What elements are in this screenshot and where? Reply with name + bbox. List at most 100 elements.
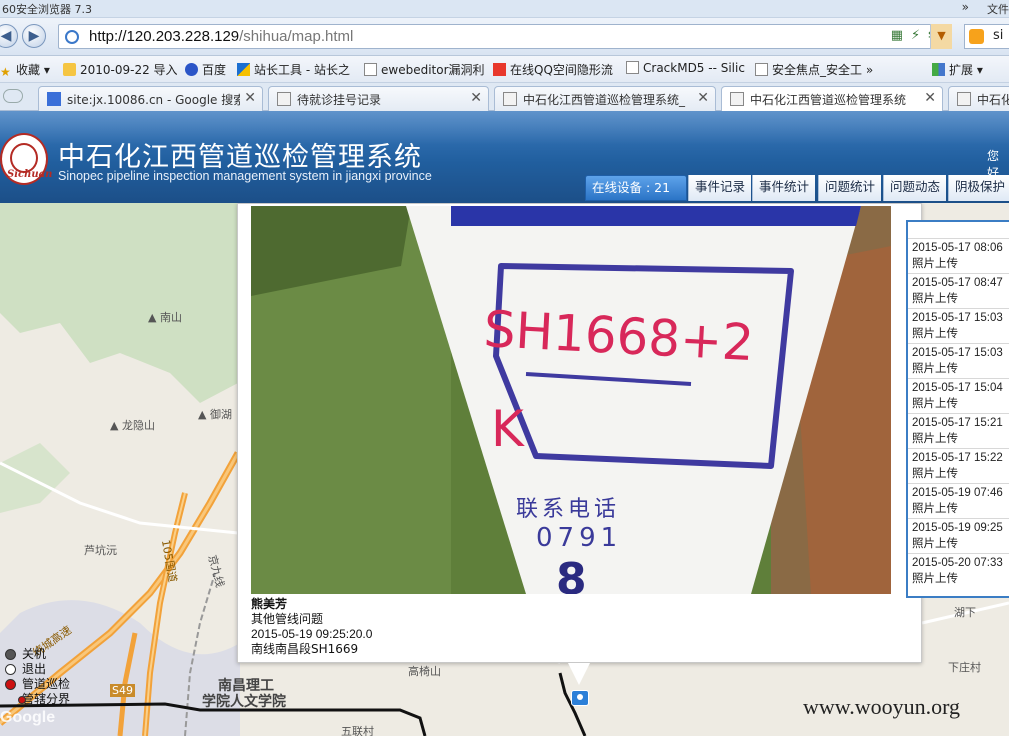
bookmark-item[interactable]: 安全焦点_安全工 » <box>755 61 873 78</box>
inspection-photo[interactable]: SH1668+2 K 联系电话 0791 8 <box>251 206 891 594</box>
page-icon <box>364 63 377 76</box>
tab-inspection-system-1[interactable]: 中石化江西管道巡检管理系统_ ✕ <box>494 86 716 111</box>
window-title-bar: 60安全浏览器 7.3 » 文件 <box>0 0 1009 18</box>
inspector-name: 熊美芳 <box>251 597 288 611</box>
bookmark-extensions[interactable]: 扩展 ▾ <box>932 61 983 78</box>
tab-google-search[interactable]: site:jx.10086.cn - Google 搜索 ✕ <box>38 86 263 111</box>
page-icon <box>626 61 639 74</box>
bookmark-item[interactable]: 2010-09-22 导入 <box>63 61 178 78</box>
url-host: http://120.203.228.129 <box>89 28 240 45</box>
bookmark-item[interactable]: 百度 <box>185 61 226 78</box>
pipeline-segment: 南线南昌段SH1669 <box>251 642 359 656</box>
marker-phone-label: 联系电话 <box>516 497 620 522</box>
status-dot-icon <box>5 664 16 675</box>
tab-inspection-system-active[interactable]: 中石化江西管道巡检管理系统 ✕ <box>721 86 943 112</box>
map-label: 下庄村 <box>948 661 981 674</box>
bookmark-favorites[interactable]: ★ 收藏 ▾ <box>0 61 50 79</box>
cloud-icon[interactable] <box>3 89 23 103</box>
close-icon[interactable]: ✕ <box>697 90 709 106</box>
page-icon <box>503 92 517 106</box>
close-icon[interactable]: ✕ <box>470 90 482 106</box>
list-item[interactable]: 2015-05-19 09:25 照片上传 <box>908 518 1009 553</box>
bookmarks-bar: ★ 收藏 ▾ 2010-09-22 导入 百度 站长工具 - 站长之 ewebed… <box>0 56 1009 83</box>
sinopec-logo: Sichuan <box>0 133 52 185</box>
event-timestamp: 2015-05-19 09:25:20.0 <box>251 627 373 641</box>
legend-item: 关机 <box>4 647 70 662</box>
page-icon <box>277 92 291 106</box>
bookmark-item[interactable]: CrackMD5 -- Silic <box>626 61 745 75</box>
map-label: S49 <box>110 684 135 697</box>
tab-event-records[interactable]: 事件记录 <box>688 175 752 201</box>
photo-image: SH1668+2 K 联系电话 0791 8 <box>251 206 891 594</box>
close-icon[interactable]: ✕ <box>924 90 936 106</box>
star-icon: ★ <box>0 65 11 79</box>
map-label: 高椅山 <box>408 665 441 678</box>
event-list-panel[interactable]: 2015-05-17 08:06 照片上传 2015-05-17 08:47 照片上… <box>906 220 1009 598</box>
map-legend: 关机 退出 管道巡检 管辖分界 <box>4 647 70 707</box>
info-window-tail <box>568 663 590 685</box>
marker-k: K <box>491 400 525 458</box>
chevron-right-icon[interactable]: » <box>962 0 969 14</box>
file-menu[interactable]: 文件 <box>987 1 1009 17</box>
folder-icon <box>63 63 76 76</box>
address-bar[interactable]: http://120.203.228.129/shihua/map.html ▦… <box>58 24 952 49</box>
map-label: ▲ 南山 <box>148 311 182 324</box>
page-icon <box>957 92 971 106</box>
page-icon <box>730 92 744 106</box>
camera-marker-icon[interactable] <box>571 690 589 706</box>
status-dot-icon <box>5 649 16 660</box>
app-header: Sichuan 中石化江西管道巡检管理系统 Sinopec pipeline i… <box>0 111 1009 203</box>
legend-item: 退出 <box>4 662 70 677</box>
tab-issue-updates[interactable]: 问题动态 <box>883 175 947 201</box>
tab-cathodic-protection[interactable]: 阴极保护 <box>948 175 1009 201</box>
list-item[interactable]: 2015-05-17 15:21 照片上传 <box>908 413 1009 448</box>
forward-icon[interactable]: ▶ <box>22 24 46 48</box>
watermark: www.wooyun.org <box>803 694 961 719</box>
marker-phone: 0791 <box>536 523 622 553</box>
page-icon <box>755 63 768 76</box>
map-label: 芦坑沅 <box>84 544 117 557</box>
map-label: ▲ 龙隐山 <box>110 419 155 432</box>
info-window[interactable]: SH1668+2 K 联系电话 0791 8 熊美芳 其他管线问题 2015-0… <box>237 203 922 663</box>
tools-icon <box>237 63 250 76</box>
list-item[interactable]: 2015-05-17 15:03 照片上传 <box>908 343 1009 378</box>
list-item[interactable]: 2015-05-19 07:46 照片上传 <box>908 483 1009 518</box>
chevron-down-icon[interactable]: ▼ <box>930 24 952 49</box>
list-item[interactable]: 2015-05-17 15:22 照片上传 <box>908 448 1009 483</box>
paw-icon <box>185 63 198 76</box>
app-subtitle: Sinopec pipeline inspection management s… <box>58 169 432 183</box>
tab-event-stats[interactable]: 事件统计 <box>752 175 816 201</box>
url-text[interactable]: http://120.203.228.129/shihua/map.html <box>89 28 353 45</box>
tab-inspection-system-3[interactable]: 中石化 <box>948 86 1009 111</box>
map-label: 五联村 <box>341 725 374 736</box>
bookmark-item[interactable]: 在线QQ空间隐形流 <box>493 61 613 78</box>
globe-icon <box>65 30 79 44</box>
address-toolbar: ◀ ▶ http://120.203.228.129/shihua/map.ht… <box>0 18 1009 56</box>
tab-registration[interactable]: 待就诊挂号记录 ✕ <box>268 86 489 111</box>
bookmark-item[interactable]: 站长工具 - 站长之 <box>237 61 350 78</box>
search-engine-icon <box>969 29 984 44</box>
search-box[interactable]: si <box>964 24 1009 49</box>
boundary-dot-icon <box>18 696 26 704</box>
back-icon[interactable]: ◀ <box>0 24 18 48</box>
url-path: /shihua/map.html <box>239 28 354 45</box>
list-item[interactable]: 2015-05-20 07:33 照片上传 <box>908 553 1009 588</box>
list-item[interactable]: 2015-05-17 15:04 照片上传 <box>908 378 1009 413</box>
bookmark-item[interactable]: ewebeditor漏洞利 <box>364 61 485 78</box>
search-input[interactable]: si <box>993 28 1003 43</box>
marker-digit: 8 <box>556 554 587 594</box>
map-canvas[interactable]: ▲ 南山 ▲ 龙隐山 ▲ 御湖 芦坑沅 105国道 京九线 绕城高速 S49 南… <box>0 203 1009 736</box>
map-label: 湖下 <box>954 606 976 619</box>
list-item[interactable]: 2015-05-17 08:06 照片上传 <box>908 238 1009 273</box>
window-title: 60安全浏览器 7.3 <box>2 3 92 16</box>
legend-item: 管辖分界 <box>4 692 70 707</box>
tab-online-devices[interactable]: 在线设备 : 21 <box>585 175 687 201</box>
legend-item: 管道巡检 <box>4 677 70 692</box>
event-info: 熊美芳 其他管线问题 2015-05-19 09:25:20.0 南线南昌段SH… <box>251 597 372 657</box>
list-item[interactable]: 2015-05-17 08:47 照片上传 <box>908 273 1009 308</box>
tab-issue-stats[interactable]: 问题统计 <box>818 175 882 201</box>
page-icon <box>47 92 61 106</box>
list-item[interactable]: 2015-05-17 15:03 照片上传 <box>908 308 1009 343</box>
close-icon[interactable]: ✕ <box>244 90 256 106</box>
tab-strip: site:jx.10086.cn - Google 搜索 ✕ 待就诊挂号记录 ✕… <box>0 83 1009 112</box>
